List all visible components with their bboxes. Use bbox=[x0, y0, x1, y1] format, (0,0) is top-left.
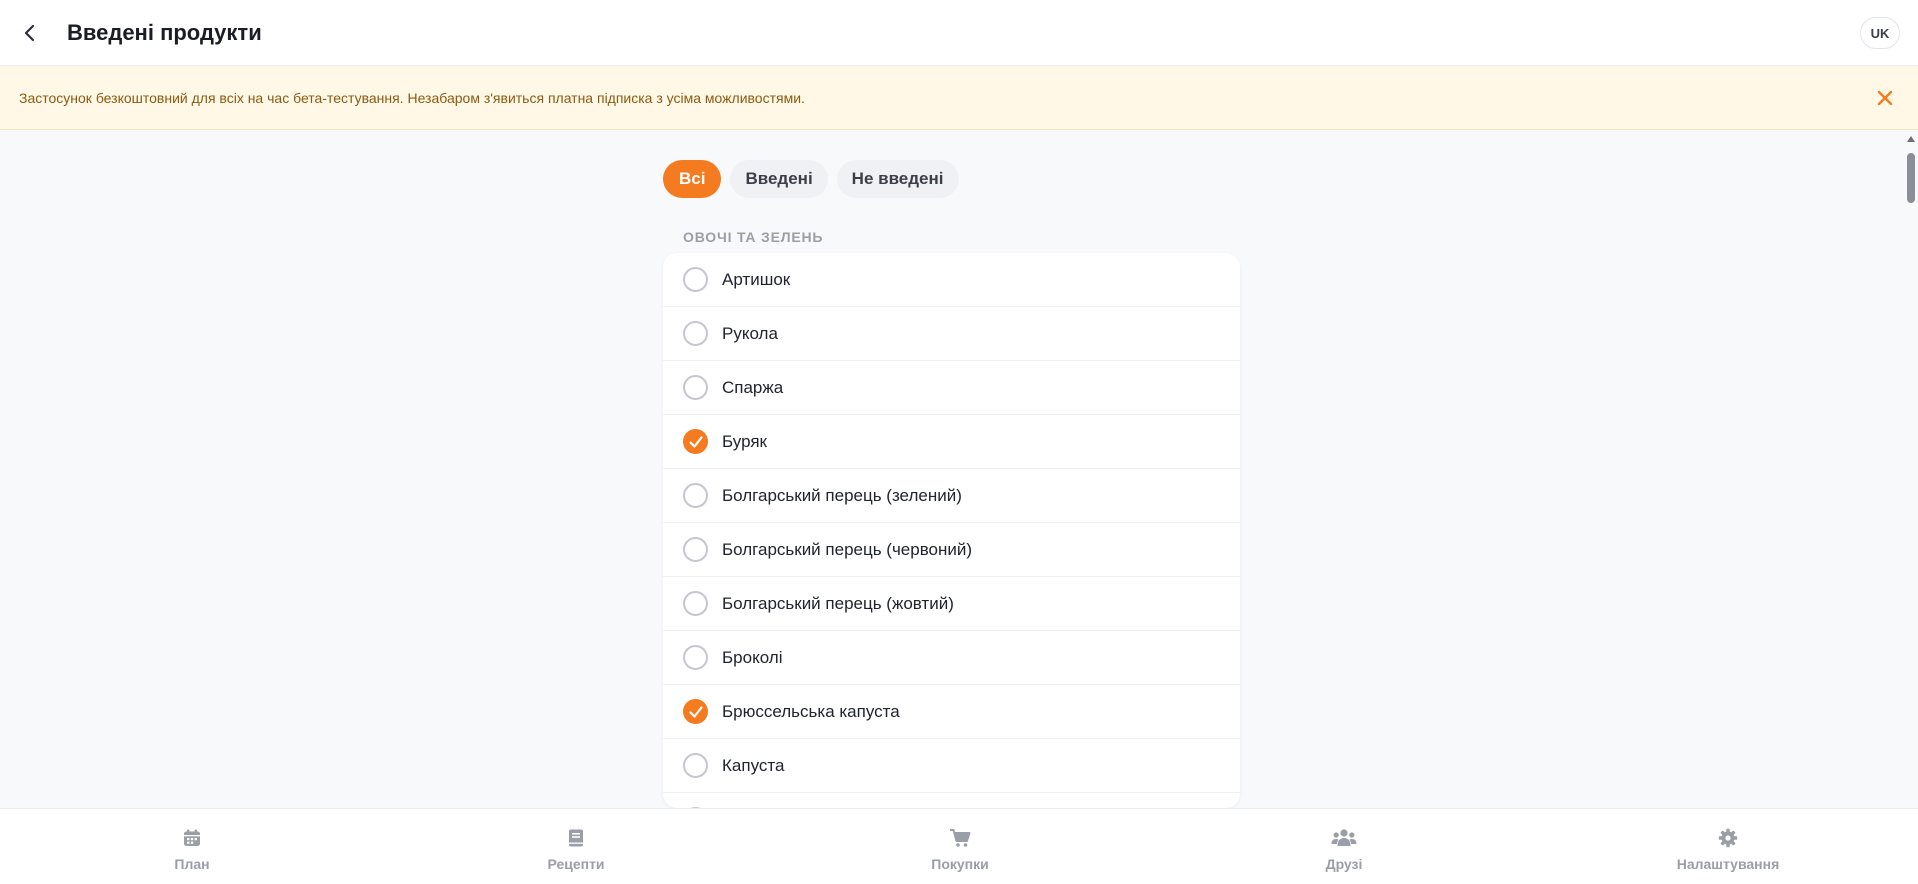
beta-banner: Застосунок безкоштовний для всіх на час … bbox=[0, 66, 1918, 130]
radio-unchecked-icon[interactable] bbox=[683, 645, 708, 670]
list-item[interactable]: Артишок bbox=[663, 253, 1240, 307]
product-list: Артишок Рукола Спаржа Буряк Болгарський … bbox=[663, 253, 1240, 808]
banner-text: Застосунок безкоштовний для всіх на час … bbox=[19, 90, 805, 106]
filter-tab-entered[interactable]: Введені bbox=[730, 160, 828, 198]
page-title: Введені продукти bbox=[67, 20, 262, 45]
radio-unchecked-icon[interactable] bbox=[683, 753, 708, 778]
radio-unchecked-icon[interactable] bbox=[683, 321, 708, 346]
nav-item-settings[interactable]: Налаштування bbox=[1658, 827, 1798, 872]
bottom-navigation: План Рецепти Покупки Друзі Налаштування bbox=[0, 808, 1918, 884]
nav-label: Налаштування bbox=[1676, 856, 1780, 872]
section-title: ОВОЧІ ТА ЗЕЛЕНЬ bbox=[683, 229, 824, 245]
scrollbar[interactable] bbox=[1904, 131, 1918, 808]
list-item[interactable]: Броколі bbox=[663, 631, 1240, 685]
list-item-label: Спаржа bbox=[722, 377, 784, 397]
nav-item-plan[interactable]: План bbox=[122, 827, 262, 872]
filter-tab-all[interactable]: Всі bbox=[663, 160, 722, 198]
close-icon bbox=[1877, 90, 1893, 106]
nav-item-friends[interactable]: Друзі bbox=[1274, 827, 1414, 872]
list-item-label: Болгарський перець (зелений) bbox=[722, 485, 962, 505]
radio-unchecked-icon[interactable] bbox=[683, 591, 708, 616]
back-button[interactable] bbox=[14, 17, 46, 49]
radio-unchecked-icon[interactable] bbox=[683, 375, 708, 400]
users-icon bbox=[1331, 827, 1357, 849]
list-item[interactable]: Болгарський перець (червоний) bbox=[663, 523, 1240, 577]
list-item-label: Рукола bbox=[722, 323, 778, 343]
list-item[interactable]: Спаржа bbox=[663, 361, 1240, 415]
scrollbar-thumb[interactable] bbox=[1907, 153, 1915, 203]
nav-item-shopping[interactable]: Покупки bbox=[890, 827, 1030, 872]
language-button[interactable]: UK bbox=[1860, 17, 1900, 49]
list-item-label: Брюссельська капуста bbox=[722, 701, 900, 721]
checkmark-icon[interactable] bbox=[683, 429, 708, 454]
list-item-label: Артишок bbox=[722, 269, 791, 289]
gear-icon bbox=[1718, 827, 1738, 849]
radio-unchecked-icon[interactable] bbox=[683, 483, 708, 508]
list-item-label: Капуста bbox=[722, 755, 785, 775]
calendar-icon bbox=[182, 827, 202, 849]
list-item-label: Болгарський перець (жовтий) bbox=[722, 593, 954, 613]
list-item[interactable]: Болгарський перець (зелений) bbox=[663, 469, 1240, 523]
app-header: Введені продукти UK bbox=[0, 0, 1918, 66]
nav-label: План bbox=[174, 856, 210, 872]
radio-unchecked-icon[interactable] bbox=[683, 267, 708, 292]
list-item[interactable]: Капуста bbox=[663, 739, 1240, 793]
checkmark-icon[interactable] bbox=[683, 699, 708, 724]
scroll-up-arrow-icon[interactable] bbox=[1907, 136, 1915, 142]
cart-icon bbox=[949, 827, 971, 849]
radio-unchecked-icon[interactable] bbox=[683, 537, 708, 562]
list-item[interactable]: Болгарський перець (жовтий) bbox=[663, 577, 1240, 631]
nav-label: Друзі bbox=[1325, 856, 1363, 872]
filter-tab-not-entered[interactable]: Не введені bbox=[836, 160, 959, 198]
list-item-label: Болгарський перець (червоний) bbox=[722, 539, 973, 559]
book-icon bbox=[566, 827, 586, 849]
nav-label: Покупки bbox=[931, 856, 989, 872]
list-item-label: Буряк bbox=[722, 431, 767, 451]
nav-item-recipes[interactable]: Рецепти bbox=[506, 827, 646, 872]
filter-tabs: Всі Введені Не введені bbox=[663, 160, 959, 198]
list-item[interactable] bbox=[663, 793, 1240, 808]
nav-label: Рецепти bbox=[547, 856, 605, 872]
list-item-label: Броколі bbox=[722, 647, 783, 667]
banner-close-button[interactable] bbox=[1874, 87, 1896, 109]
list-item[interactable]: Рукола bbox=[663, 307, 1240, 361]
chevron-left-icon bbox=[24, 24, 35, 42]
list-item[interactable]: Буряк bbox=[663, 415, 1240, 469]
list-item[interactable]: Брюссельська капуста bbox=[663, 685, 1240, 739]
